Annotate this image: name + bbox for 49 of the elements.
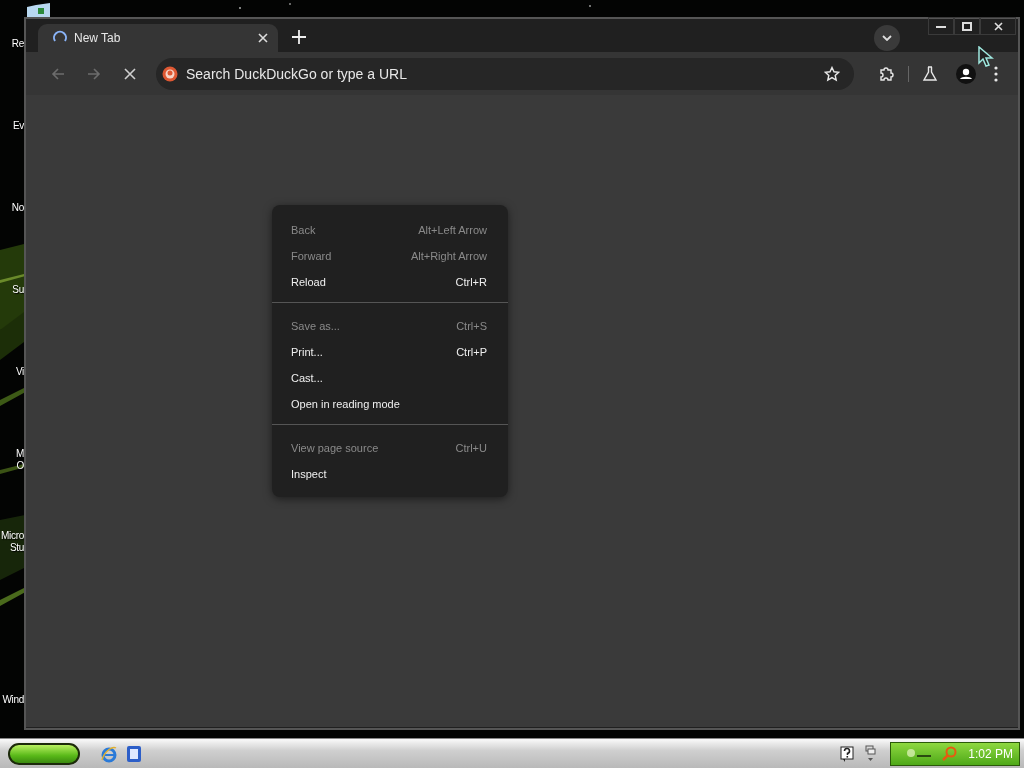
document-icon[interactable] (126, 744, 142, 763)
minimize-icon (936, 24, 946, 28)
menu-item[interactable]: Cast... (272, 365, 508, 391)
plus-icon (292, 29, 306, 44)
menu-item[interactable]: Reload Ctrl+R (272, 269, 508, 295)
browser-e-icon[interactable] (100, 744, 118, 763)
shortcut-label: Alt+Left Arrow (418, 224, 487, 236)
minimize-button[interactable] (928, 17, 954, 35)
desktop-icon-label[interactable]: Re (0, 38, 24, 50)
chevron-down-icon (882, 34, 892, 41)
browser-tab[interactable]: New Tab (38, 24, 278, 52)
desktop-icon-label[interactable]: Micro (0, 530, 24, 542)
menu-icon[interactable] (994, 65, 998, 82)
desktop-icon-label[interactable]: O (0, 460, 24, 472)
desktop-icon-label[interactable]: Wind (0, 694, 24, 706)
close-window-button[interactable] (980, 17, 1016, 35)
shortcut-label: Ctrl+S (456, 320, 487, 332)
shortcut-label: Alt+Right Arrow (410, 250, 487, 262)
maximize-icon (962, 21, 972, 31)
address-bar[interactable]: Search DuckDuckGo or type a URL (156, 57, 854, 90)
duck-logo-icon (162, 65, 178, 82)
tab-search-button[interactable] (874, 24, 900, 51)
menu-item[interactable]: Print... Ctrl+P (272, 339, 508, 365)
star-icon[interactable] (824, 65, 840, 82)
close-icon (122, 65, 138, 82)
profile-icon[interactable] (956, 63, 976, 84)
desktop-icon-label[interactable]: Stu (0, 542, 24, 554)
shortcut-label: Ctrl+P (456, 346, 487, 358)
folder-icon[interactable] (26, 3, 52, 17)
desktop-icon-label[interactable]: Ev (0, 120, 24, 132)
desktop-icon-label[interactable]: Vi (0, 366, 24, 378)
start-button[interactable] (8, 742, 80, 765)
puzzle-piece-icon[interactable] (879, 65, 895, 82)
desktop-icon-label[interactable]: No (0, 202, 24, 214)
back-icon (50, 65, 66, 82)
flask-icon[interactable] (922, 65, 938, 82)
menu-item[interactable]: Inspect (272, 461, 508, 487)
maximize-button[interactable] (954, 17, 980, 35)
network-icon[interactable] (864, 744, 876, 763)
help-icon[interactable] (840, 745, 854, 762)
shortcut-label: Ctrl+U (455, 442, 487, 454)
desktop-icon-label[interactable]: M (0, 448, 24, 460)
close-icon[interactable] (258, 33, 268, 43)
close-icon (993, 21, 1003, 31)
desktop-icon-label[interactable]: Su (0, 284, 24, 296)
forward-icon (86, 65, 102, 82)
menu-item[interactable]: Open in reading mode (272, 391, 508, 417)
mouse-pointer-icon (978, 46, 994, 68)
shortcut-label: Ctrl+R (455, 276, 487, 288)
